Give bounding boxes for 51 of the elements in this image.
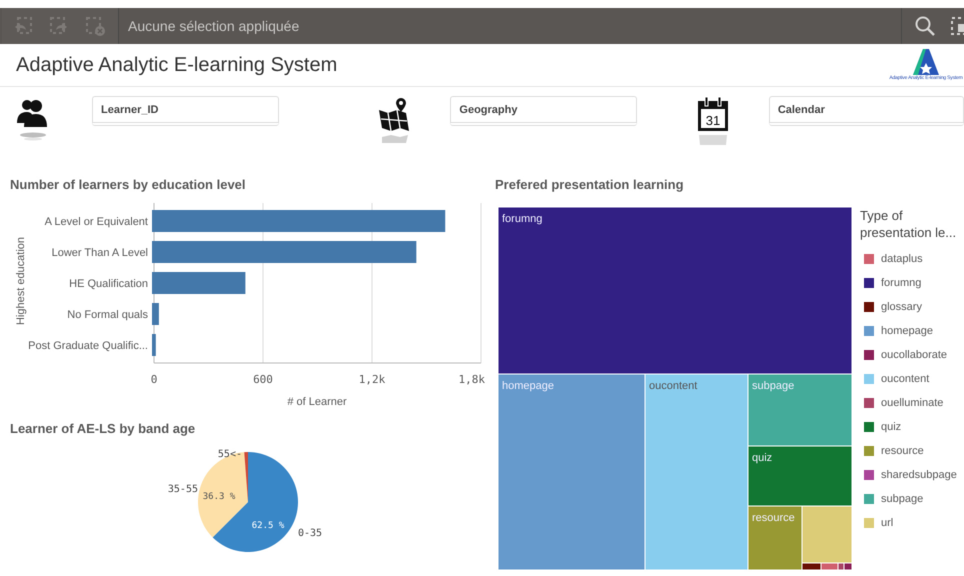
calendar-icon [698, 97, 728, 145]
legend-label: oucontent [881, 373, 930, 385]
slice-label: 55<- [218, 449, 242, 460]
tile-label: quiz [752, 452, 772, 464]
axis-title: # of Learner [287, 396, 347, 408]
legend-label: resource [881, 445, 924, 457]
tile-label: forumng [502, 213, 542, 225]
axis-tick-label: 1,2k [358, 373, 386, 386]
tile-label: resource [752, 512, 795, 524]
legend-label: url [881, 517, 894, 529]
category-label: Lower Than A Level [52, 247, 148, 259]
category-label: Post Graduate Qualific... [28, 340, 148, 352]
chart-title: Prefered presentation learning [495, 177, 685, 193]
legend-label: homepage [881, 325, 933, 337]
slice-label: 0-35 [298, 528, 322, 539]
category-label: A Level or Equivalent [44, 216, 148, 228]
tile-label: subpage [752, 380, 794, 392]
bar [152, 334, 156, 356]
legend-label: subpage [881, 493, 924, 505]
chart-title: Learner of AE-LS by band age [10, 421, 196, 437]
axis-title: Highest education [15, 236, 27, 326]
legend-label: quiz [881, 421, 902, 433]
legend-label: ouelluminate [881, 397, 944, 409]
legend-label: oucollaborate [881, 349, 948, 361]
filter-pane[interactable]: Geography [450, 96, 637, 126]
slice-value: 36.3 % [202, 492, 236, 502]
legend-label: sharedsubpage [881, 469, 957, 481]
logo-icon [912, 49, 940, 75]
slice-value: 62.5 % [252, 521, 284, 531]
legend-title: Type of presentation le... [860, 207, 958, 241]
category-label: No Formal quals [67, 309, 148, 321]
tile-label: homepage [502, 380, 554, 392]
axis-tick-label: 600 [253, 373, 273, 386]
bar [152, 303, 159, 325]
axis-tick-label: 1,8k [458, 373, 485, 386]
dashboard-title: Adaptive Analytic E-learning System [16, 54, 338, 76]
legend-label: glossary [881, 301, 922, 313]
tile-label: oucontent [649, 380, 698, 392]
axis-tick-label: 0 [150, 373, 158, 386]
slice-label: 35-55 [168, 484, 198, 495]
clear-selections-icon[interactable] [84, 15, 106, 37]
legend-label: forumng [881, 277, 922, 289]
legend-label: dataplus [881, 253, 923, 265]
selection-status: Aucune sélection appliquée [128, 18, 300, 34]
calendar-day: 31 [706, 113, 720, 128]
chart-title: Number of learners by education level [10, 177, 247, 193]
filter-pane[interactable]: Learner_ID [92, 96, 280, 126]
category-label: HE Qualification [69, 278, 148, 290]
filter-pane[interactable]: Calendar [768, 96, 964, 126]
search-icon[interactable] [914, 15, 936, 37]
selection-tool-icon[interactable] [950, 15, 964, 37]
